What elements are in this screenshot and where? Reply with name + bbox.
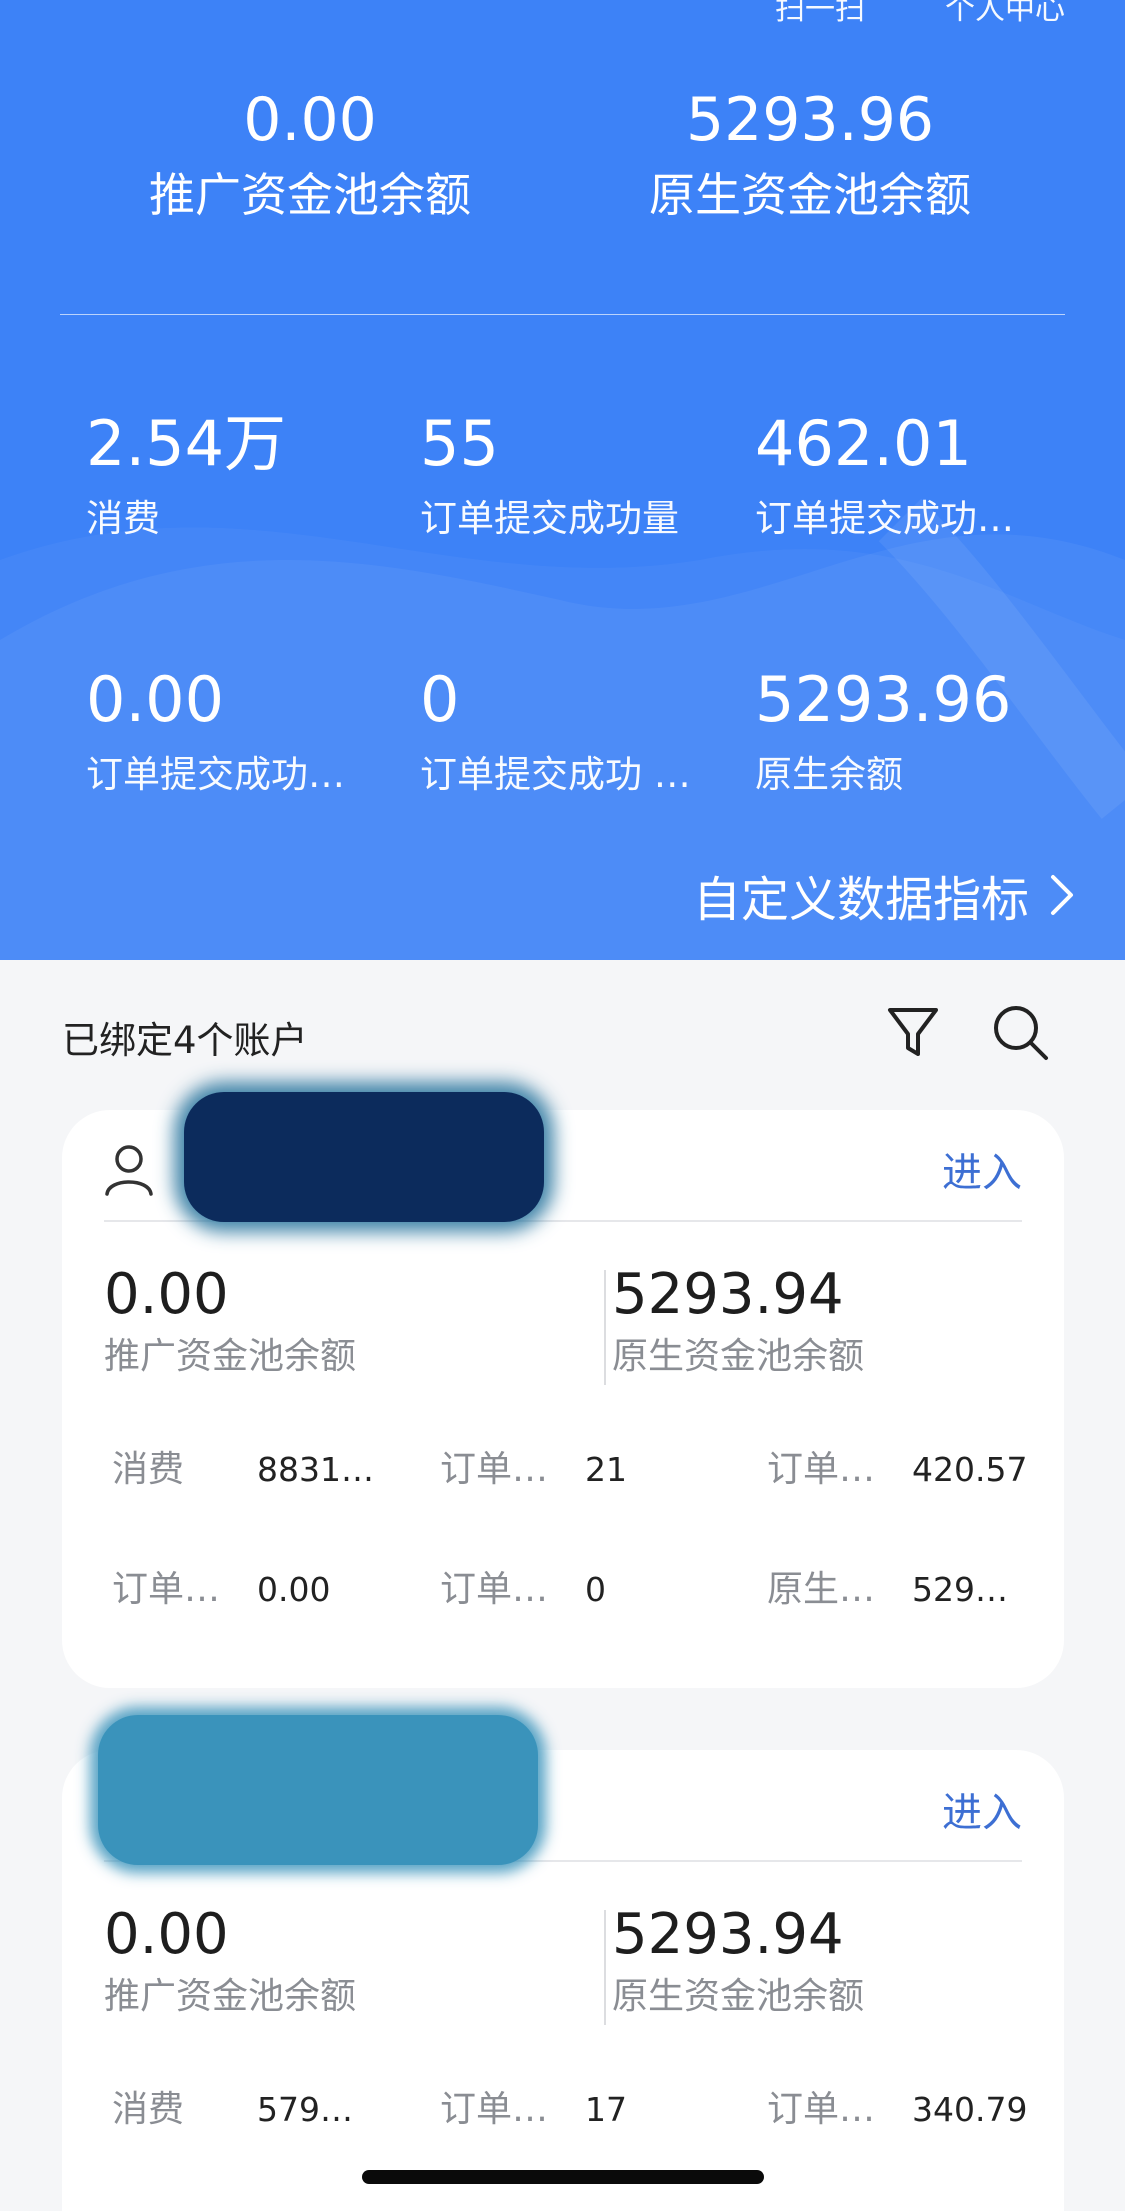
vertical-divider	[604, 1910, 606, 2025]
account-card: 进入 0.00 推广资金池余额 5293.94 原生资金池余额 消费 8831……	[62, 1092, 1064, 1688]
metric-key: 订单…	[440, 1449, 549, 1490]
metric-item: 消费 8831…	[112, 1440, 374, 1492]
stat-label: 消费	[86, 497, 160, 540]
metric-key: 消费	[112, 2089, 185, 2130]
bound-accounts-title: 已绑定4个账户	[62, 1019, 308, 1062]
stat-item: 0 订单提交成功 …	[420, 660, 700, 800]
stat-value: 2.54万	[86, 407, 287, 480]
stat-item: 462.01 订单提交成功…	[755, 404, 1035, 544]
stat-label: 订单提交成功…	[755, 497, 1014, 540]
metric-value: 579…	[257, 2090, 353, 2129]
card-pools: 0.00 推广资金池余额 5293.94 原生资金池余额	[104, 1260, 1022, 1400]
metric-key: 订单…	[767, 2089, 876, 2130]
pool-summary: 0.00 推广资金池余额 5293.96 原生资金池余额	[0, 80, 1125, 250]
stat-label: 订单提交成功量	[420, 497, 679, 540]
card-promo-pool: 0.00 推广资金池余额	[104, 1260, 356, 1382]
card-header: 进入	[104, 1092, 1022, 1222]
promo-pool-label: 推广资金池余额	[149, 168, 471, 222]
redacted-account-name	[98, 1715, 538, 1865]
metric-item: 订单… 21	[440, 1440, 627, 1492]
metric-item: 订单… 340.79	[767, 2080, 1027, 2132]
stat-item: 2.54万 消费	[86, 404, 386, 544]
metric-value: 0.00	[257, 1570, 331, 1609]
metric-key: 订单…	[440, 2089, 549, 2130]
promo-pool-value: 0.00	[243, 85, 377, 155]
card-promo-pool-label: 推广资金池余额	[104, 1336, 357, 1377]
enter-account-link[interactable]: 进入	[942, 1780, 1022, 1838]
card-native-pool-value: 5293.94	[612, 1262, 844, 1327]
profile-link[interactable]: 个人中心	[945, 0, 1065, 28]
native-pool-label: 原生资金池余额	[649, 168, 971, 222]
metric-value: 529…	[912, 1570, 1008, 1609]
card-promo-pool-label: 推广资金池余额	[104, 1976, 357, 2017]
stat-label: 订单提交成功…	[86, 753, 345, 796]
scan-link[interactable]: 扫一扫	[775, 0, 865, 28]
metric-key: 订单…	[440, 1569, 549, 1610]
native-pool-value: 5293.96	[685, 85, 935, 155]
native-pool: 5293.96 原生资金池余额	[560, 80, 1060, 230]
card-promo-pool-value: 0.00	[104, 1902, 229, 1967]
stat-label: 订单提交成功 …	[420, 753, 691, 796]
metric-key: 订单…	[767, 1449, 876, 1490]
summary-header: 扫一扫 个人中心 0.00 推广资金池余额 5293.96 原生资金池余额 2.…	[0, 0, 1125, 960]
account-card: 进入 0.00 推广资金池余额 5293.94 原生资金池余额 消费 579… …	[62, 1715, 1064, 2211]
metric-value: 17	[585, 2090, 627, 2129]
metric-item: 消费 579…	[112, 2080, 353, 2132]
card-native-pool: 5293.94 原生资金池余额	[612, 1900, 864, 2022]
metric-key: 订单…	[112, 1569, 221, 1610]
stat-value: 5293.96	[755, 663, 1012, 736]
divider	[60, 314, 1065, 315]
stat-value: 0	[420, 663, 460, 736]
metric-item: 原生… 529…	[767, 1560, 1008, 1612]
stat-item: 0.00 订单提交成功…	[86, 660, 376, 800]
enter-account-link[interactable]: 进入	[942, 1140, 1022, 1198]
metric-item: 订单… 0.00	[112, 1560, 330, 1612]
metric-value: 420.57	[912, 1450, 1028, 1489]
card-promo-pool-value: 0.00	[104, 1262, 229, 1327]
card-metrics: 消费 8831… 订单… 21 订单… 420.57 订单… 0.00 订单… …	[112, 1440, 1042, 1680]
metric-value: 8831…	[257, 1450, 374, 1489]
filter-icon[interactable]	[885, 1002, 941, 1066]
metrics-row: 订单… 0.00 订单… 0 原生… 529…	[112, 1560, 1042, 1680]
custom-metrics-label: 自定义数据指标	[692, 872, 1029, 928]
card-native-pool: 5293.94 原生资金池余额	[612, 1260, 864, 1382]
custom-metrics-link[interactable]: 自定义数据指标	[693, 860, 1075, 930]
metric-value: 340.79	[912, 2090, 1028, 2129]
search-icon[interactable]	[990, 1002, 1052, 1068]
metric-value: 0	[585, 1570, 606, 1609]
metrics-row: 消费 8831… 订单… 21 订单… 420.57	[112, 1440, 1042, 1560]
card-pools: 0.00 推广资金池余额 5293.94 原生资金池余额	[104, 1900, 1022, 2040]
redacted-account-name	[184, 1092, 544, 1222]
promo-pool: 0.00 推广资金池余额	[60, 80, 560, 230]
stat-value: 0.00	[86, 663, 225, 736]
card-native-pool-label: 原生资金池余额	[612, 1976, 865, 2017]
stat-item: 5293.96 原生余额	[755, 660, 1055, 800]
card-native-pool-label: 原生资金池余额	[612, 1336, 865, 1377]
metric-value: 21	[585, 1450, 627, 1489]
card-promo-pool: 0.00 推广资金池余额	[104, 1900, 356, 2022]
vertical-divider	[604, 1270, 606, 1385]
stat-label: 原生余额	[755, 753, 903, 796]
top-links: 扫一扫 个人中心	[775, 0, 1065, 28]
card-native-pool-value: 5293.94	[612, 1902, 844, 1967]
stat-value: 462.01	[755, 407, 972, 480]
metric-item: 订单… 17	[440, 2080, 627, 2132]
stat-item: 55 订单提交成功量	[420, 404, 720, 544]
user-icon	[104, 1142, 154, 1200]
chevron-right-icon	[1049, 873, 1075, 917]
home-indicator[interactable]	[362, 2170, 764, 2184]
metric-key: 原生…	[767, 1569, 876, 1610]
metric-item: 订单… 0	[440, 1560, 606, 1612]
card-header: 进入	[98, 1715, 1022, 1865]
accounts-bar: 已绑定4个账户	[0, 960, 1125, 1110]
metric-item: 订单… 420.57	[767, 1440, 1027, 1492]
metric-key: 消费	[112, 1449, 185, 1490]
stat-value: 55	[420, 407, 499, 480]
